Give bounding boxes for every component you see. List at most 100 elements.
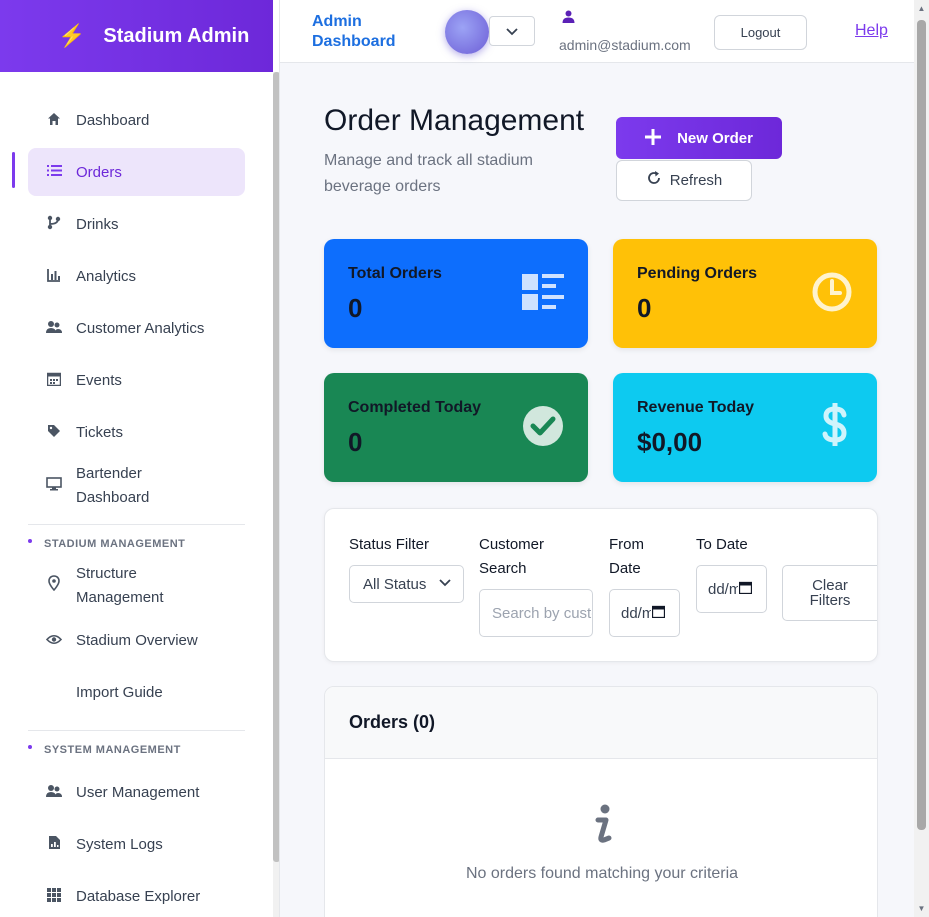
- refresh-icon: [646, 170, 662, 191]
- refresh-button[interactable]: Refresh: [616, 160, 752, 201]
- sidebar-item-label: Import Guide: [76, 683, 163, 701]
- sidebar-item-label: Structure Management: [76, 565, 164, 606]
- refresh-label: Refresh: [669, 172, 723, 189]
- sidebar: ⚡ Stadium Admin Dashboard Orders Drinks: [0, 0, 280, 917]
- sidebar-item-bartender-dashboard[interactable]: Bartender Dashboard: [28, 460, 245, 512]
- sidebar-item-analytics[interactable]: Analytics: [28, 252, 245, 300]
- sidebar-item-label: Dashboard: [76, 111, 150, 129]
- from-date-value: dd/mm/yyyy: [621, 604, 651, 622]
- sidebar-item-user-management[interactable]: User Management: [28, 768, 245, 816]
- section-dot: [28, 539, 32, 543]
- topbar-title[interactable]: Admin Dashboard: [312, 12, 412, 52]
- stat-label: Completed Today: [348, 399, 482, 416]
- user-icon: [562, 10, 575, 26]
- users-icon: [44, 320, 64, 337]
- clear-filters-button[interactable]: Clear Filters: [782, 565, 877, 621]
- orders-title: Orders (0): [349, 712, 436, 732]
- sidebar-stadium-nav: Structure Management Stadium Overview Im…: [28, 560, 245, 720]
- bar-chart-icon: [44, 268, 64, 285]
- list-icon: [522, 274, 564, 315]
- filters-panel: Status Filter All Status Customer Search…: [324, 508, 878, 662]
- calendar-icon: [738, 581, 753, 598]
- tag-icon: [44, 424, 64, 441]
- home-icon: [44, 112, 64, 129]
- sidebar-item-label: Bartender Dashboard: [76, 465, 150, 506]
- section-dot: [28, 745, 32, 749]
- sidebar-item-events[interactable]: Events: [28, 356, 245, 404]
- orders-panel: Orders (0) No orders found matching your…: [324, 686, 878, 917]
- sidebar-item-label: Events: [76, 371, 122, 389]
- logout-button[interactable]: Logout: [714, 15, 807, 50]
- sidebar-divider: [28, 730, 245, 731]
- file-chart-icon: [44, 835, 64, 853]
- sidebar-item-label: Customer Analytics: [76, 319, 205, 337]
- sidebar-item-dashboard[interactable]: Dashboard: [28, 96, 245, 144]
- sidebar-item-system-logs[interactable]: System Logs: [28, 820, 245, 868]
- plus-icon: [645, 125, 662, 151]
- sidebar-scrollbar[interactable]: [273, 72, 279, 917]
- clock-icon: [811, 271, 853, 318]
- stat-value: 0: [348, 293, 363, 323]
- page-scrollbar[interactable]: ▲ ▼: [914, 0, 929, 917]
- stat-card-pending-orders: Pending Orders 0: [613, 239, 877, 348]
- to-date-label: To Date: [696, 536, 748, 553]
- avatar[interactable]: [445, 10, 489, 54]
- page-subtitle: Manage and track all stadium beverage or…: [324, 152, 533, 195]
- sidebar-item-drinks[interactable]: Drinks: [28, 200, 245, 248]
- stat-card-completed-today: Completed Today 0: [324, 373, 588, 482]
- brand-name: Stadium Admin: [103, 24, 250, 47]
- from-date-label: From Date: [609, 536, 644, 577]
- sidebar-divider: [28, 524, 245, 525]
- status-filter-select[interactable]: All Status: [349, 565, 464, 603]
- chevron-down-icon: [435, 576, 451, 590]
- stat-value: $0,00: [637, 427, 703, 457]
- grid-icon: [44, 887, 64, 905]
- clear-filters-label: Clear Filters: [809, 577, 851, 609]
- eye-icon: [44, 632, 64, 648]
- new-order-button[interactable]: New Order: [616, 117, 782, 159]
- page-scrollbar-thumb[interactable]: [917, 20, 926, 830]
- section-title-stadium: STADIUM MANAGEMENT: [44, 538, 186, 550]
- status-filter-value: All Status: [363, 575, 427, 593]
- sidebar-item-structure-management[interactable]: Structure Management: [28, 560, 245, 612]
- sidebar-item-label: Orders: [76, 163, 122, 181]
- stat-card-total-orders: Total Orders 0: [324, 239, 588, 348]
- sidebar-item-label: Database Explorer: [76, 887, 201, 905]
- sidebar-item-label: Stadium Overview: [76, 631, 198, 649]
- to-date-input[interactable]: dd/mm/yyyy: [696, 565, 767, 613]
- chevron-down-icon: [506, 23, 518, 39]
- from-date-input[interactable]: dd/mm/yyyy: [609, 589, 680, 637]
- sidebar-item-stadium-overview[interactable]: Stadium Overview: [28, 616, 245, 664]
- sidebar-item-label: User Management: [76, 783, 200, 801]
- to-date-value: dd/mm/yyyy: [708, 580, 738, 598]
- sidebar-item-import-guide[interactable]: Import Guide: [28, 668, 245, 716]
- sidebar-item-label: Drinks: [76, 215, 119, 233]
- topbar-title-text: Admin Dashboard: [312, 13, 396, 50]
- stat-label: Total Orders: [348, 265, 442, 282]
- list-icon: [44, 164, 64, 180]
- check-circle-icon: [522, 405, 564, 452]
- calendar-icon: [651, 605, 666, 622]
- section-title-system: SYSTEM MANAGEMENT: [44, 744, 181, 756]
- help-link[interactable]: Help: [855, 22, 888, 40]
- sidebar-item-tickets[interactable]: Tickets: [28, 408, 245, 456]
- sidebar-item-label: System Logs: [76, 835, 163, 853]
- orders-header: Orders (0): [325, 687, 877, 759]
- sidebar-item-orders[interactable]: Orders: [28, 148, 245, 196]
- sidebar-item-database-explorer[interactable]: Database Explorer: [28, 872, 245, 917]
- scroll-up-icon[interactable]: ▲: [917, 4, 926, 13]
- customer-search-input[interactable]: Search by customer: [479, 589, 593, 637]
- sidebar-item-label: Tickets: [76, 423, 123, 441]
- stat-value: 0: [348, 427, 363, 457]
- stat-value: 0: [637, 293, 652, 323]
- brand[interactable]: ⚡ Stadium Admin: [0, 0, 273, 72]
- customer-search-placeholder: Search by customer: [492, 604, 592, 622]
- lightning-icon: ⚡: [58, 23, 86, 48]
- user-menu-dropdown[interactable]: [489, 16, 535, 46]
- customer-search-label: Customer Search: [479, 536, 545, 577]
- sidebar-item-customer-analytics[interactable]: Customer Analytics: [28, 304, 245, 352]
- info-icon: [325, 803, 877, 858]
- user-email: admin@stadium.com: [559, 37, 691, 53]
- sidebar-scrollbar-thumb[interactable]: [273, 72, 279, 862]
- scroll-down-icon[interactable]: ▼: [917, 904, 926, 913]
